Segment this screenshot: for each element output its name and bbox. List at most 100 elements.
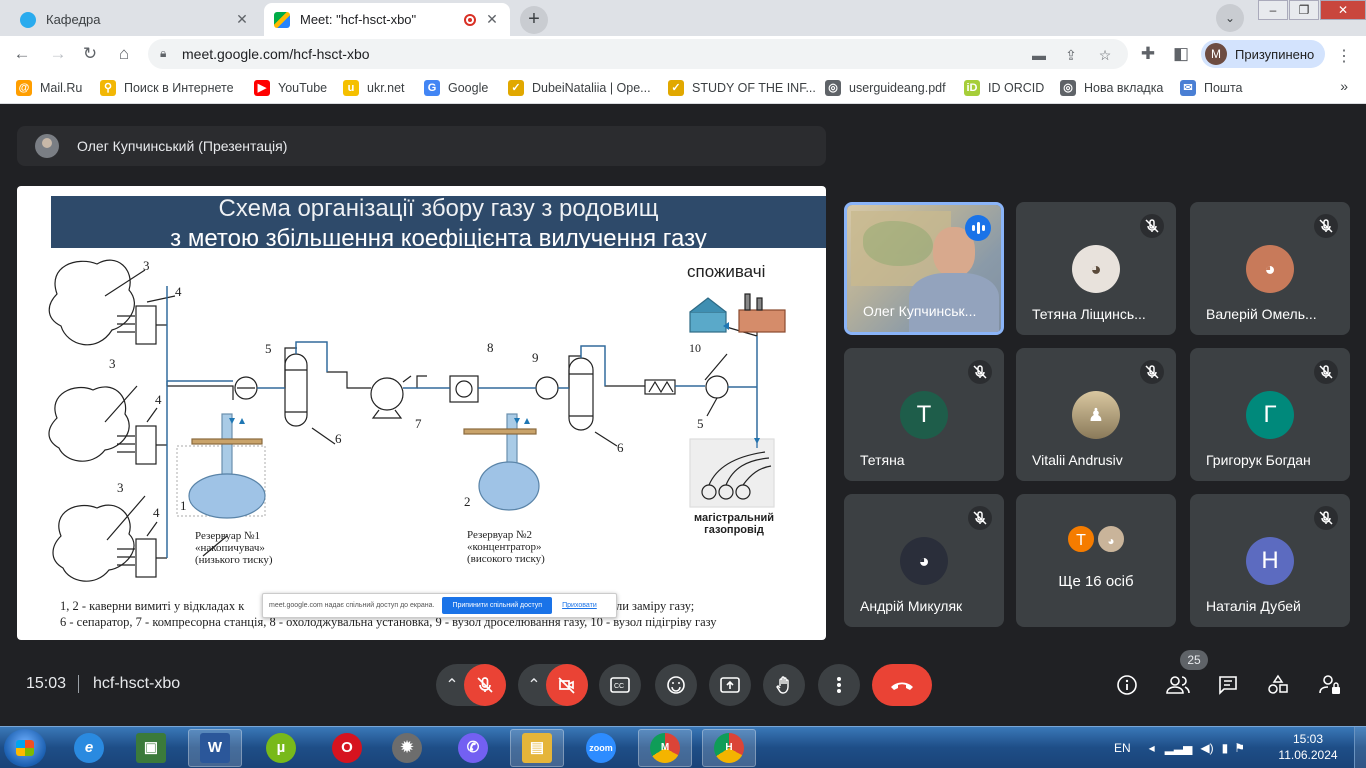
reservoir-1-line-1: Резервуар №1: [195, 530, 261, 542]
taskbar-app[interactable]: ✆: [446, 729, 500, 767]
participant-tile[interactable]: Н Наталія Дубей: [1190, 494, 1350, 627]
taskbar-app[interactable]: O: [320, 729, 374, 767]
extensions-puzzle-icon[interactable]: ✚: [1134, 40, 1162, 68]
language-indicator[interactable]: EN: [1114, 741, 1131, 755]
ukrnet-icon: u: [343, 80, 359, 96]
taskbar-app[interactable]: e: [62, 729, 116, 767]
chevron-up-icon[interactable]: ⌃: [520, 664, 548, 706]
taskbar-app[interactable]: H: [702, 729, 756, 767]
avatar: ◕: [900, 537, 948, 585]
lock-icon: 🔒︎: [160, 46, 167, 60]
taskbar-app[interactable]: M: [638, 729, 692, 767]
reload-icon[interactable]: ↻: [76, 40, 104, 68]
participant-tile[interactable]: ◕ Тетяна Ліщинсь...: [1016, 202, 1176, 335]
taskbar-app[interactable]: ✹: [380, 729, 434, 767]
participant-tile[interactable]: Г Григорук Богдан: [1190, 348, 1350, 481]
flag-icon[interactable]: ⚑: [1234, 741, 1245, 755]
info-icon: [1117, 675, 1137, 695]
meeting-time: 15:03: [26, 675, 67, 692]
stop-sharing-button[interactable]: Припинити спільний доступ: [442, 597, 553, 614]
taskbar-app[interactable]: µ: [254, 729, 308, 767]
profile-button[interactable]: M Призупинено: [1201, 40, 1325, 68]
windows-start-button[interactable]: [4, 729, 46, 767]
bookmark-item[interactable]: ◎ userguideang.pdf: [825, 80, 946, 96]
meeting-details-button[interactable]: [1113, 671, 1141, 699]
address-bar[interactable]: 🔒︎ meet.google.com/hcf-hsct-xbo ▬ ⇪ ☆: [148, 39, 1128, 69]
new-tab-button[interactable]: +: [520, 6, 548, 34]
gas-collection-diagram: [48, 259, 786, 582]
chevron-up-icon[interactable]: ⌃: [438, 664, 466, 706]
bookmark-item[interactable]: ✓ DubeiNataliia | Ope...: [508, 80, 651, 96]
bookmark-item[interactable]: ⚲ Поиск в Интернете: [100, 80, 234, 96]
clock-time: 15:03: [1292, 732, 1324, 746]
activities-button[interactable]: [1264, 671, 1292, 699]
close-icon[interactable]: ✕: [484, 11, 500, 28]
captions-button[interactable]: CC: [599, 664, 641, 706]
tab-kafedra[interactable]: Кафедра ✕: [10, 3, 260, 36]
signal-icon[interactable]: ▂▃▅: [1165, 741, 1193, 755]
side-panel-icon[interactable]: ◧: [1167, 40, 1195, 68]
leave-call-button[interactable]: [872, 664, 932, 706]
clock-date: 11.06.2024: [1278, 748, 1338, 762]
cooling-unit-box: [449, 375, 479, 403]
close-icon[interactable]: ✕: [234, 11, 250, 28]
taskbar-app[interactable]: ▤: [510, 729, 564, 767]
bookmarks-more-button[interactable]: »: [1340, 78, 1348, 94]
participant-tile-speaker[interactable]: Олег Купчинськ...: [844, 202, 1004, 335]
present-screen-button[interactable]: [709, 664, 751, 706]
system-clock[interactable]: 15:03 11.06.2024: [1276, 731, 1340, 763]
more-vert-icon[interactable]: ⋮: [1336, 46, 1352, 66]
metering-node-box: [135, 425, 157, 465]
search-magnifier-icon: ⚲: [100, 80, 116, 96]
back-arrow-icon[interactable]: ←: [8, 40, 36, 68]
bookmark-label: Пошта: [1204, 81, 1243, 95]
forward-arrow-icon[interactable]: →: [44, 40, 72, 68]
volume-icon[interactable]: ◀): [1200, 741, 1213, 755]
taskbar-app[interactable]: zoom: [574, 729, 628, 767]
participant-tile[interactable]: ♟ Vitalii Andrusiv: [1016, 348, 1176, 481]
raise-hand-button[interactable]: [763, 664, 805, 706]
taskbar-app[interactable]: W: [188, 729, 242, 767]
more-participants-tile[interactable]: Т ◕ Ще 16 осіб: [1016, 494, 1176, 627]
chat-button[interactable]: [1214, 671, 1242, 699]
more-options-button[interactable]: [818, 664, 860, 706]
bookmark-item[interactable]: ✓ STUDY OF THE INF...: [668, 80, 816, 96]
divider: [78, 675, 79, 693]
home-icon[interactable]: ⌂: [110, 40, 138, 68]
diagram-number: 7: [415, 416, 422, 431]
bookmark-item[interactable]: @ Mail.Ru: [16, 80, 82, 96]
participant-tile[interactable]: Т Тетяна: [844, 348, 1004, 481]
chevron-down-icon[interactable]: ⌄: [1216, 4, 1244, 32]
bookmark-item[interactable]: ◎ Нова вкладка: [1060, 80, 1163, 96]
tab-meet[interactable]: Meet: "hcf-hsct-xbo" ✕: [264, 3, 510, 36]
participant-name: Григорук Богдан: [1206, 452, 1311, 468]
bookmark-item[interactable]: ▶ YouTube: [254, 80, 327, 96]
mic-off-button[interactable]: [464, 664, 506, 706]
window-close-button[interactable]: ✕: [1320, 0, 1366, 20]
bookmark-item[interactable]: G Google: [424, 80, 488, 96]
diagram-number: 6: [335, 431, 342, 446]
bookmark-item[interactable]: ✉ Пошта: [1180, 80, 1243, 96]
camera-off-button[interactable]: [546, 664, 588, 706]
bookmark-star-icon[interactable]: ☆: [1096, 46, 1114, 64]
participant-tile[interactable]: ◕ Андрій Микуляк: [844, 494, 1004, 627]
hide-link[interactable]: Приховати: [562, 602, 597, 609]
show-desktop-button[interactable]: [1354, 727, 1366, 768]
tray-expand-icon[interactable]: ◂: [1149, 741, 1155, 755]
share-icon[interactable]: ⇪: [1062, 46, 1080, 64]
browser-tab-bar: Кафедра ✕ Meet: "hcf-hsct-xbo" ✕ + ⌄ – ❐…: [0, 0, 1366, 36]
camera-icon[interactable]: ▬: [1030, 46, 1048, 64]
battery-icon[interactable]: ▮: [1222, 741, 1229, 755]
emoji-reaction-button[interactable]: [655, 664, 697, 706]
bookmark-item[interactable]: u ukr.net: [343, 80, 405, 96]
minimize-button[interactable]: –: [1258, 0, 1288, 20]
reservoir-1-label: Резервуар №1 «накопичувач» (низького тис…: [195, 530, 273, 566]
taskbar-app[interactable]: ▣: [124, 729, 178, 767]
bookmark-item[interactable]: iD ID ORCID: [964, 80, 1044, 96]
participant-tile[interactable]: ◕ Валерій Омель...: [1190, 202, 1350, 335]
people-button[interactable]: [1164, 671, 1192, 699]
participant-name: Андрій Микуляк: [860, 598, 963, 614]
avatar: ◕: [1246, 245, 1294, 293]
host-controls-button[interactable]: [1316, 671, 1344, 699]
restore-button[interactable]: ❐: [1289, 0, 1319, 20]
